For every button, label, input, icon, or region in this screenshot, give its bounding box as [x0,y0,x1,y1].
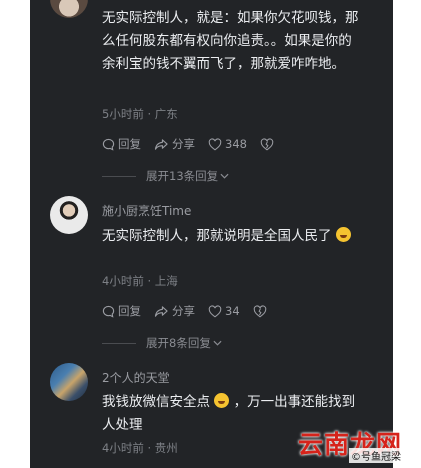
comment-time: 4小时前 [102,441,144,455]
like-count: 34 [225,304,240,318]
avatar[interactable] [50,363,88,401]
like-count: 348 [225,137,247,151]
chevron-down-icon [213,340,222,346]
avatar[interactable] [50,196,88,234]
comment-body-start: 我钱放微信安全点 [102,394,210,410]
username[interactable]: 2个人的天堂 [102,369,170,386]
laughing-crying-emoji-icon [335,227,351,242]
comment-text: 无实际控制人，就是：如果你欠花呗钱，那么任何股东都有权向你追责。。如果是你的余利… [102,10,359,72]
comment-meta: 4小时前 · 上海 [102,273,178,289]
watermark-source: ©号鱼冠梁 [349,448,403,463]
comment-location: 贵州 [154,441,178,455]
broken-heart-icon [253,304,266,317]
dislike-button[interactable] [253,304,270,318]
comment-meta: 4小时前 · 贵州 [102,440,178,456]
comment-actions: 回复 分享 348 [102,136,290,152]
chevron-down-icon [220,173,229,179]
laughing-crying-emoji-icon [214,393,230,408]
meta-separator: · [147,441,152,455]
share-label: 分享 [172,137,195,151]
divider-line [102,175,136,177]
reply-button[interactable]: 回复 [102,136,141,152]
comment-body: 无实际控制人，那就说明是全国人民了 [102,228,332,244]
share-button[interactable]: 分享 [154,136,195,152]
dislike-button[interactable] [260,137,277,151]
reply-icon [102,138,115,151]
broken-heart-icon [260,137,274,150]
meta-separator: · [147,274,152,288]
like-button[interactable]: 34 [208,304,240,318]
reply-button[interactable]: 回复 [102,303,141,319]
share-icon [154,305,168,317]
heart-icon [208,137,222,150]
expand-label: 展开8条回复 [146,336,211,350]
divider-line [102,342,136,344]
like-button[interactable]: 348 [208,137,247,151]
share-label: 分享 [172,304,195,318]
comment-actions: 回复 分享 34 [102,303,283,319]
share-button[interactable]: 分享 [154,303,195,319]
avatar[interactable] [50,0,88,18]
reply-label: 回复 [118,137,141,151]
comment-meta: 5小时前 · 广东 [102,106,178,122]
heart-icon [208,304,222,317]
comment-time: 4小时前 [102,274,144,288]
expand-replies-button[interactable]: 展开13条回复 [102,169,229,183]
expand-replies-button[interactable]: 展开8条回复 [102,336,222,350]
comment-location: 广东 [154,107,178,121]
comment-text: 无实际控制人，那就说明是全国人民了 [102,225,364,248]
reply-icon [102,305,115,318]
expand-label: 展开13条回复 [146,169,219,183]
share-icon [154,138,168,150]
reply-label: 回复 [118,304,141,318]
comment-time: 5小时前 [102,107,144,121]
meta-separator: · [147,107,152,121]
comment-location: 上海 [154,274,178,288]
comment-panel: 无实际控制人，就是：如果你欠花呗钱，那么任何股东都有权向你追责。。如果是你的余利… [30,0,393,468]
username[interactable]: 施小厨烹饪Time [102,202,191,219]
